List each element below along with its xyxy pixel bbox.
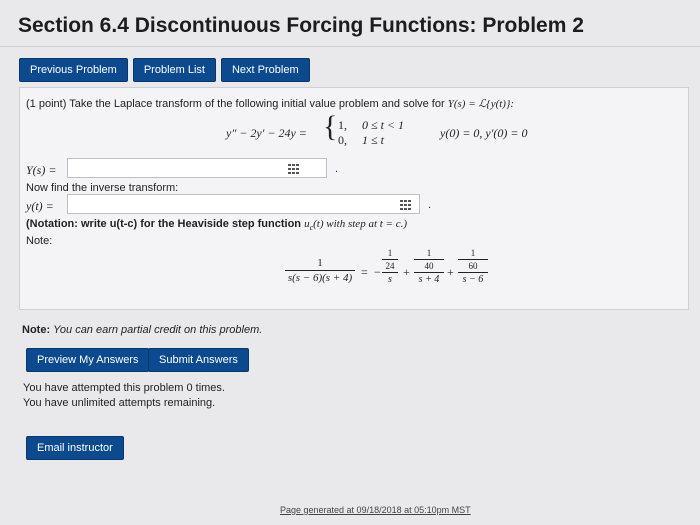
note-label: Note:: [26, 235, 53, 247]
pf-term2: 1 40 s + 4: [414, 248, 444, 285]
preview-answers-button[interactable]: Preview My Answers: [26, 348, 150, 372]
previous-problem-button[interactable]: Previous Problem: [19, 58, 128, 82]
yt-answer-input[interactable]: [67, 194, 420, 214]
attempts-remaining: You have unlimited attempts remaining.: [23, 397, 216, 409]
notation-text: (Notation: write u(t-c) for the Heavisid…: [26, 218, 407, 232]
pf-t3-num: 1: [470, 248, 476, 258]
partial-credit-note: Note: You can earn partial credit on thi…: [22, 324, 262, 336]
inverse-prompt: Now find the inverse transform:: [26, 182, 179, 194]
initial-conditions: y(0) = 0, y′(0) = 0: [440, 126, 528, 140]
pf-term1: 1 24 s: [382, 248, 398, 285]
piecewise-brace: {: [323, 110, 338, 143]
page-generated-footer: Page generated at 09/18/2018 at 05:10pm …: [280, 505, 471, 515]
pf-plus2: +: [447, 265, 454, 279]
credit-note-text: You can earn partial credit on this prob…: [53, 324, 263, 336]
pf-t2-den: s + 4: [418, 274, 440, 285]
yt-label: y(t) =: [26, 199, 54, 213]
equation-editor-icon[interactable]: [400, 200, 412, 210]
problem-panel: (1 point) Take the Laplace transform of …: [19, 87, 689, 310]
trailing-dot: .: [335, 163, 339, 175]
problem-intro: (1 point) Take the Laplace transform of …: [26, 97, 514, 110]
pf-t1-num: 1: [387, 248, 393, 258]
points-label: (1 point): [26, 98, 67, 110]
pf-equals: =: [361, 265, 368, 279]
next-problem-button[interactable]: Next Problem: [220, 58, 310, 82]
pf-lhs-den: s(s − 6)(s + 4): [287, 272, 353, 284]
piece1-condition: 0 ≤ t < 1: [362, 118, 405, 132]
page-title: Section 6.4 Discontinuous Forcing Functi…: [18, 14, 584, 37]
pf-minus: −: [374, 265, 381, 279]
pf-t2-num: 1: [426, 248, 432, 258]
notation-tail: (t) with step at t = c.): [313, 218, 408, 230]
pf-lhs-num: 1: [317, 257, 323, 269]
piece2-value: 0,: [338, 133, 347, 147]
notation-bold: (Notation: write u(t-c) for the Heavisid…: [26, 218, 302, 230]
equation-editor-icon[interactable]: [288, 164, 300, 174]
intro-text: Take the Laplace transform of the follow…: [69, 98, 445, 110]
ys-label: Y(s) =: [26, 163, 57, 177]
email-instructor-button[interactable]: Email instructor: [26, 436, 124, 460]
pf-t3-num-den: 60: [468, 261, 478, 271]
pf-t3-den: s − 6: [462, 274, 484, 285]
pf-lhs-fraction: 1 s(s − 6)(s + 4): [285, 257, 355, 284]
credit-note-label: Note:: [22, 324, 51, 336]
problem-list-button[interactable]: Problem List: [132, 58, 216, 82]
submit-answers-button[interactable]: Submit Answers: [148, 348, 249, 372]
intro-transform: Y(s) = ℒ{y(t)}:: [447, 98, 515, 110]
trailing-dot: .: [428, 199, 432, 211]
piece2-condition: 1 ≤ t: [362, 133, 384, 147]
attempts-status: You have attempted this problem 0 times.: [23, 382, 225, 394]
pf-t1-num-den: 24: [385, 261, 395, 271]
pf-t1-den: s: [388, 274, 392, 285]
piece1-value: 1,: [338, 118, 347, 132]
problem-nav: Previous Problem Problem List Next Probl…: [19, 58, 310, 82]
ode-lhs: y″ − 2y′ − 24y =: [226, 126, 307, 140]
title-divider: [0, 46, 700, 47]
pf-plus1: +: [403, 265, 410, 279]
pf-t2-num-den: 40: [424, 261, 434, 271]
pf-term3: 1 60 s − 6: [458, 248, 488, 285]
